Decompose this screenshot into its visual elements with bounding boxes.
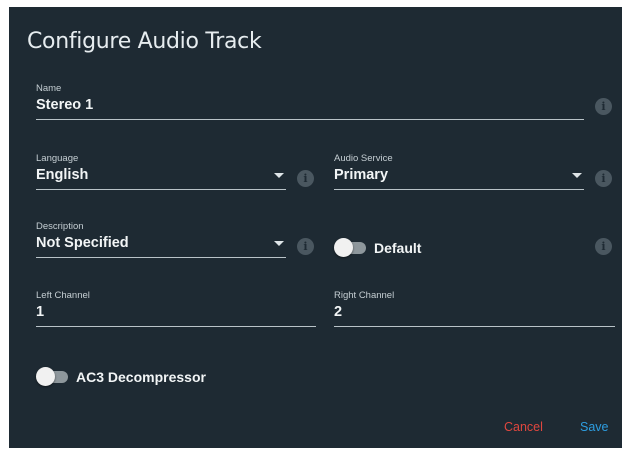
- right-channel-label: Right Channel: [334, 290, 395, 301]
- name-underline: [36, 119, 584, 120]
- left-channel-label: Left Channel: [36, 290, 90, 301]
- ac3-toggle-knob[interactable]: [36, 367, 55, 386]
- cancel-button[interactable]: Cancel: [504, 420, 543, 434]
- info-icon[interactable]: i: [595, 238, 612, 255]
- chevron-down-icon[interactable]: [572, 173, 582, 178]
- chevron-down-icon[interactable]: [274, 241, 284, 246]
- dialog-title: Configure Audio Track: [27, 29, 262, 54]
- audio-service-select[interactable]: Audio Service Primary: [334, 153, 584, 193]
- default-toggle-label: Default: [374, 240, 422, 256]
- description-select[interactable]: Description Not Specified: [36, 221, 286, 261]
- left-channel-field[interactable]: Left Channel 1: [36, 290, 316, 330]
- ac3-decompressor-toggle[interactable]: AC3 Decompressor: [36, 367, 236, 387]
- right-channel-input[interactable]: 2: [334, 304, 342, 320]
- language-value[interactable]: English: [36, 167, 88, 183]
- name-input[interactable]: Stereo 1: [36, 97, 93, 113]
- chevron-down-icon[interactable]: [274, 173, 284, 178]
- info-icon[interactable]: i: [595, 170, 612, 187]
- language-label: Language: [36, 153, 79, 164]
- audio-service-label: Audio Service: [334, 153, 393, 164]
- name-field[interactable]: Name Stereo 1: [36, 83, 584, 123]
- name-label: Name: [36, 83, 62, 94]
- info-icon[interactable]: i: [297, 170, 314, 187]
- description-underline: [36, 257, 286, 258]
- ac3-toggle-label: AC3 Decompressor: [76, 369, 206, 385]
- save-button[interactable]: Save: [580, 420, 609, 434]
- left-channel-input[interactable]: 1: [36, 304, 44, 320]
- description-value[interactable]: Not Specified: [36, 235, 129, 251]
- audio-service-value[interactable]: Primary: [334, 167, 388, 183]
- default-toggle-knob[interactable]: [334, 238, 353, 257]
- left-channel-underline: [36, 326, 316, 327]
- configure-audio-track-dialog: Configure Audio Track Name Stereo 1 i La…: [9, 7, 622, 448]
- right-channel-underline: [334, 326, 615, 327]
- language-select[interactable]: Language English: [36, 153, 286, 193]
- audio-service-underline: [334, 189, 584, 190]
- info-icon[interactable]: i: [595, 98, 612, 115]
- right-channel-field[interactable]: Right Channel 2: [334, 290, 615, 330]
- language-underline: [36, 189, 286, 190]
- description-label: Description: [36, 221, 84, 232]
- default-toggle[interactable]: Default: [334, 238, 454, 258]
- info-icon[interactable]: i: [297, 238, 314, 255]
